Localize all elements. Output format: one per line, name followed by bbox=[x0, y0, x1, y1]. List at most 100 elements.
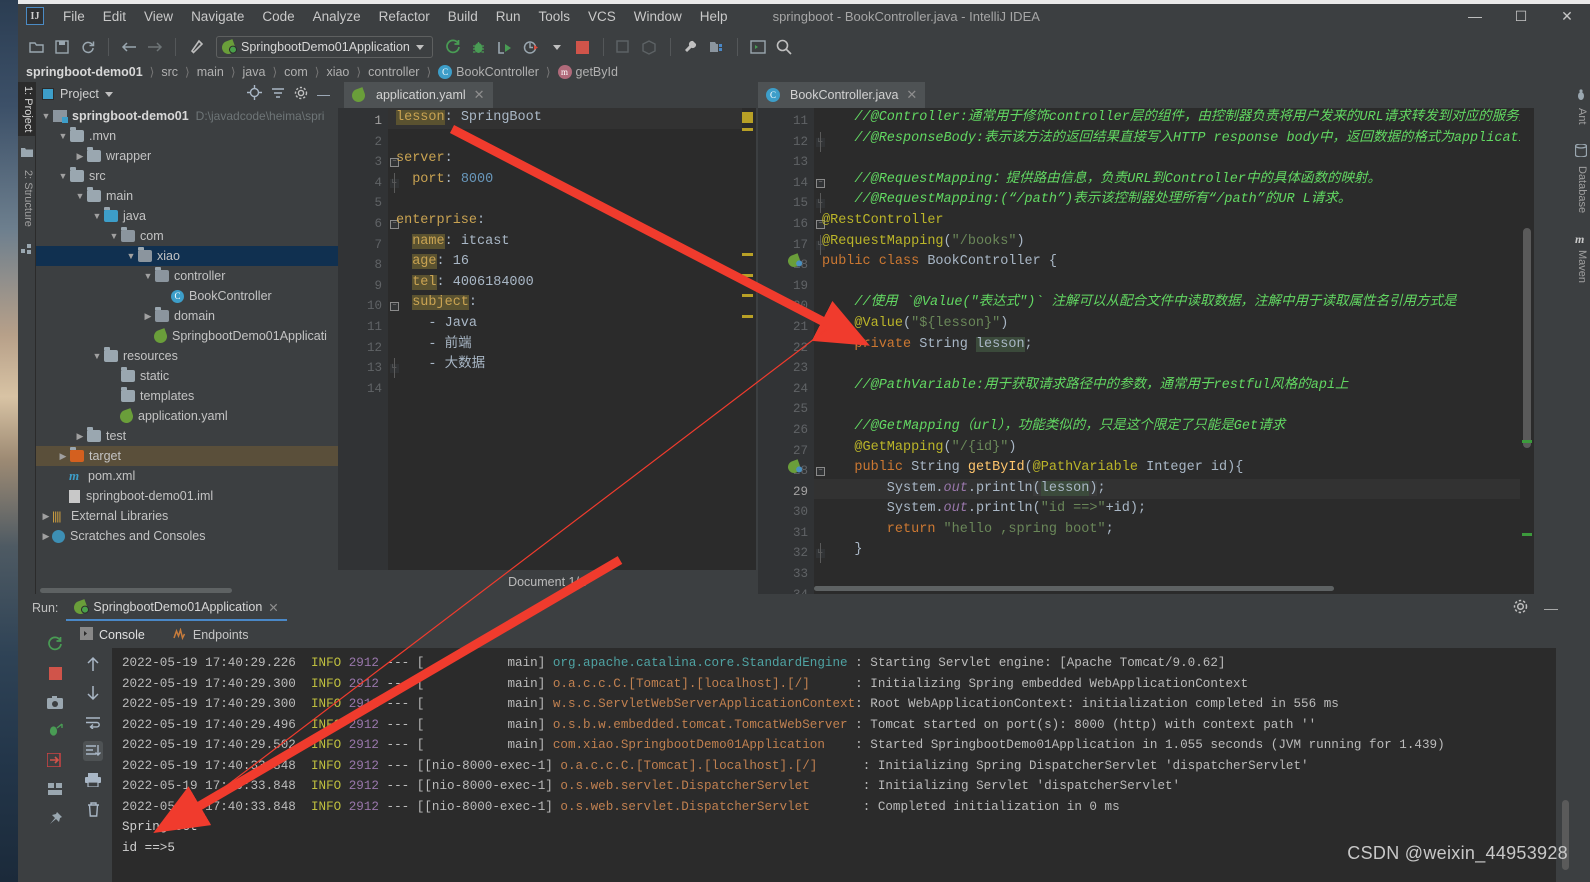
tree-node[interactable]: ▼ java bbox=[36, 206, 338, 226]
tree-expand-arrow[interactable]: ▼ bbox=[108, 231, 120, 241]
code-line[interactable] bbox=[388, 129, 742, 150]
code-line[interactable] bbox=[814, 273, 1520, 294]
close-run-tab-icon[interactable]: ✕ bbox=[268, 600, 278, 615]
tree-node[interactable]: ▼ xiao bbox=[36, 246, 338, 266]
code-line[interactable]: public class BookController { bbox=[814, 252, 1520, 273]
menu-item-edit[interactable]: Edit bbox=[94, 6, 135, 27]
tree-expand-arrow[interactable]: ▶ bbox=[74, 431, 86, 442]
code-line[interactable]: - Java bbox=[388, 314, 742, 335]
tree-expand-arrow[interactable]: ▼ bbox=[142, 271, 154, 281]
code-line[interactable]: System.out.println("id ==>"+id); bbox=[814, 499, 1520, 520]
project-horizontal-scrollbar[interactable] bbox=[36, 587, 338, 594]
menu-item-code[interactable]: Code bbox=[253, 6, 303, 27]
menu-item-vcs[interactable]: VCS bbox=[579, 6, 625, 27]
tree-node[interactable]: C BookController bbox=[36, 286, 338, 306]
run-with-coverage-icon[interactable] bbox=[493, 36, 517, 58]
tree-expand-arrow[interactable]: ▼ bbox=[125, 251, 137, 261]
tree-node[interactable]: static bbox=[36, 366, 338, 386]
tree-expand-arrow[interactable]: ▼ bbox=[91, 211, 103, 221]
menu-item-help[interactable]: Help bbox=[691, 6, 737, 27]
debug-bug-icon[interactable] bbox=[467, 36, 491, 58]
tree-expand-arrow[interactable]: ▶ bbox=[142, 311, 154, 322]
menu-item-file[interactable]: File bbox=[54, 6, 94, 27]
tree-node[interactable]: ▶ test bbox=[36, 426, 338, 446]
tree-node[interactable]: ▼ .mvn bbox=[36, 126, 338, 146]
hide-run-window-icon[interactable]: — bbox=[1544, 600, 1558, 616]
breadcrumb-item-controller[interactable]: controller bbox=[368, 65, 419, 79]
tree-node[interactable]: ▶ |||| External Libraries bbox=[36, 506, 338, 526]
build-hammer-icon[interactable] bbox=[184, 36, 208, 58]
print-icon[interactable] bbox=[83, 770, 103, 790]
run-button-icon[interactable] bbox=[441, 36, 465, 58]
spring-bean-gutter-icon[interactable] bbox=[786, 459, 802, 475]
java-editor-pane[interactable]: 1112∟1314−15∟16−17∟181920212223242526272… bbox=[758, 108, 1534, 602]
yaml-gutter[interactable]: 1 2 3−4 ∟ 5 6−7 8 9 10−11 12 13 ∟ 14 bbox=[338, 108, 399, 594]
breadcrumb-item-src[interactable]: src bbox=[161, 65, 178, 79]
tree-expand-arrow[interactable]: ▶ bbox=[57, 451, 69, 462]
code-line[interactable]: return "hello ,spring boot"; bbox=[814, 520, 1520, 541]
java-horizontal-scrollbar[interactable] bbox=[814, 585, 1514, 592]
project-tree[interactable]: ▼ springboot-demo01 D:\javadcode\heima\spr… bbox=[36, 106, 338, 594]
search-everywhere-icon[interactable] bbox=[772, 36, 796, 58]
menu-item-run[interactable]: Run bbox=[487, 6, 530, 27]
console-output[interactable]: 2022-05-19 17:40:29.226 INFO 2912 --- [ … bbox=[112, 648, 1556, 882]
code-line[interactable]: private String lesson; bbox=[814, 335, 1520, 356]
menu-item-tools[interactable]: Tools bbox=[530, 6, 580, 27]
menu-item-navigate[interactable]: Navigate bbox=[182, 6, 253, 27]
menu-item-analyze[interactable]: Analyze bbox=[304, 6, 370, 27]
run-tab-application[interactable]: SpringbootDemo01Application ✕ bbox=[66, 595, 287, 621]
tree-expand-arrow[interactable]: ▶ bbox=[74, 151, 86, 162]
java-code-area[interactable]: //@Controller:通常用于修饰controller层的组件，由控制器负… bbox=[814, 108, 1520, 594]
tree-node[interactable]: springboot-demo01.iml bbox=[36, 486, 338, 506]
code-line[interactable]: } bbox=[814, 540, 1520, 561]
update-project-icon[interactable] bbox=[612, 36, 636, 58]
spring-bean-gutter-icon[interactable] bbox=[788, 214, 801, 227]
camera-snapshot-icon[interactable] bbox=[45, 692, 65, 712]
locate-target-icon[interactable] bbox=[247, 85, 262, 103]
tree-node[interactable]: ▼ resources bbox=[36, 346, 338, 366]
java-vertical-scrollbar[interactable] bbox=[1520, 108, 1534, 594]
settings-wrench-icon[interactable] bbox=[679, 36, 703, 58]
hide-panel-icon[interactable]: — bbox=[317, 87, 330, 102]
editor-tab-application-yaml[interactable]: application.yaml ✕ bbox=[344, 82, 493, 108]
back-arrow-icon[interactable] bbox=[117, 36, 141, 58]
breadcrumb-item-com[interactable]: com bbox=[284, 65, 308, 79]
breadcrumb-item-java[interactable]: java bbox=[243, 65, 266, 79]
code-line[interactable]: //@ResponseBody:表示该方法的返回结果直接写入HTTP respo… bbox=[814, 129, 1520, 150]
project-view-chevron-icon[interactable] bbox=[104, 91, 113, 97]
commit-icon[interactable] bbox=[638, 36, 662, 58]
code-line[interactable]: tel: 4006184000 bbox=[388, 273, 742, 294]
code-line[interactable] bbox=[814, 149, 1520, 170]
tree-node[interactable]: ▼ main bbox=[36, 186, 338, 206]
tab-endpoints[interactable]: Endpoints bbox=[169, 626, 253, 645]
close-tab-icon[interactable]: ✕ bbox=[906, 87, 917, 103]
code-line[interactable]: //@GetMapping（url），功能类似的，只是这个限定了只能是Get请求 bbox=[814, 417, 1520, 438]
tree-expand-arrow[interactable]: ▼ bbox=[74, 191, 86, 201]
down-arrow-icon[interactable] bbox=[83, 683, 103, 703]
menu-item-build[interactable]: Build bbox=[439, 6, 487, 27]
tree-node[interactable]: application.yaml bbox=[36, 406, 338, 426]
code-line[interactable]: name: itcast bbox=[388, 232, 742, 253]
close-tab-icon[interactable]: ✕ bbox=[474, 87, 485, 103]
scroll-to-end-icon[interactable] bbox=[83, 741, 103, 761]
soft-exit-icon[interactable] bbox=[45, 750, 65, 770]
code-line[interactable] bbox=[814, 355, 1520, 376]
attach-debugger-icon[interactable] bbox=[45, 721, 65, 741]
code-line[interactable]: - 大数据 bbox=[388, 355, 742, 376]
code-line[interactable]: - 前端 bbox=[388, 335, 742, 356]
sidebar-tab-structure[interactable]: 2: Structure bbox=[18, 166, 36, 231]
yaml-code-area[interactable]: lesson: SpringBoot server: port: 8000 en… bbox=[388, 108, 742, 594]
open-project-icon[interactable] bbox=[24, 36, 48, 58]
breadcrumb-item-xiao[interactable]: xiao bbox=[326, 65, 349, 79]
project-structure-icon[interactable] bbox=[705, 36, 729, 58]
tree-expand-arrow[interactable]: ▼ bbox=[57, 131, 69, 141]
spring-bean-gutter-icon[interactable] bbox=[786, 253, 802, 269]
save-all-icon[interactable] bbox=[50, 36, 74, 58]
code-line[interactable] bbox=[388, 190, 742, 211]
layout-icon[interactable] bbox=[45, 779, 65, 799]
menu-item-refactor[interactable]: Refactor bbox=[370, 6, 439, 27]
profiler-icon[interactable] bbox=[519, 36, 543, 58]
breadcrumb-item-main[interactable]: main bbox=[197, 65, 224, 79]
tree-node[interactable]: ▶ target bbox=[36, 446, 338, 466]
scrollbar-thumb[interactable] bbox=[40, 588, 232, 593]
